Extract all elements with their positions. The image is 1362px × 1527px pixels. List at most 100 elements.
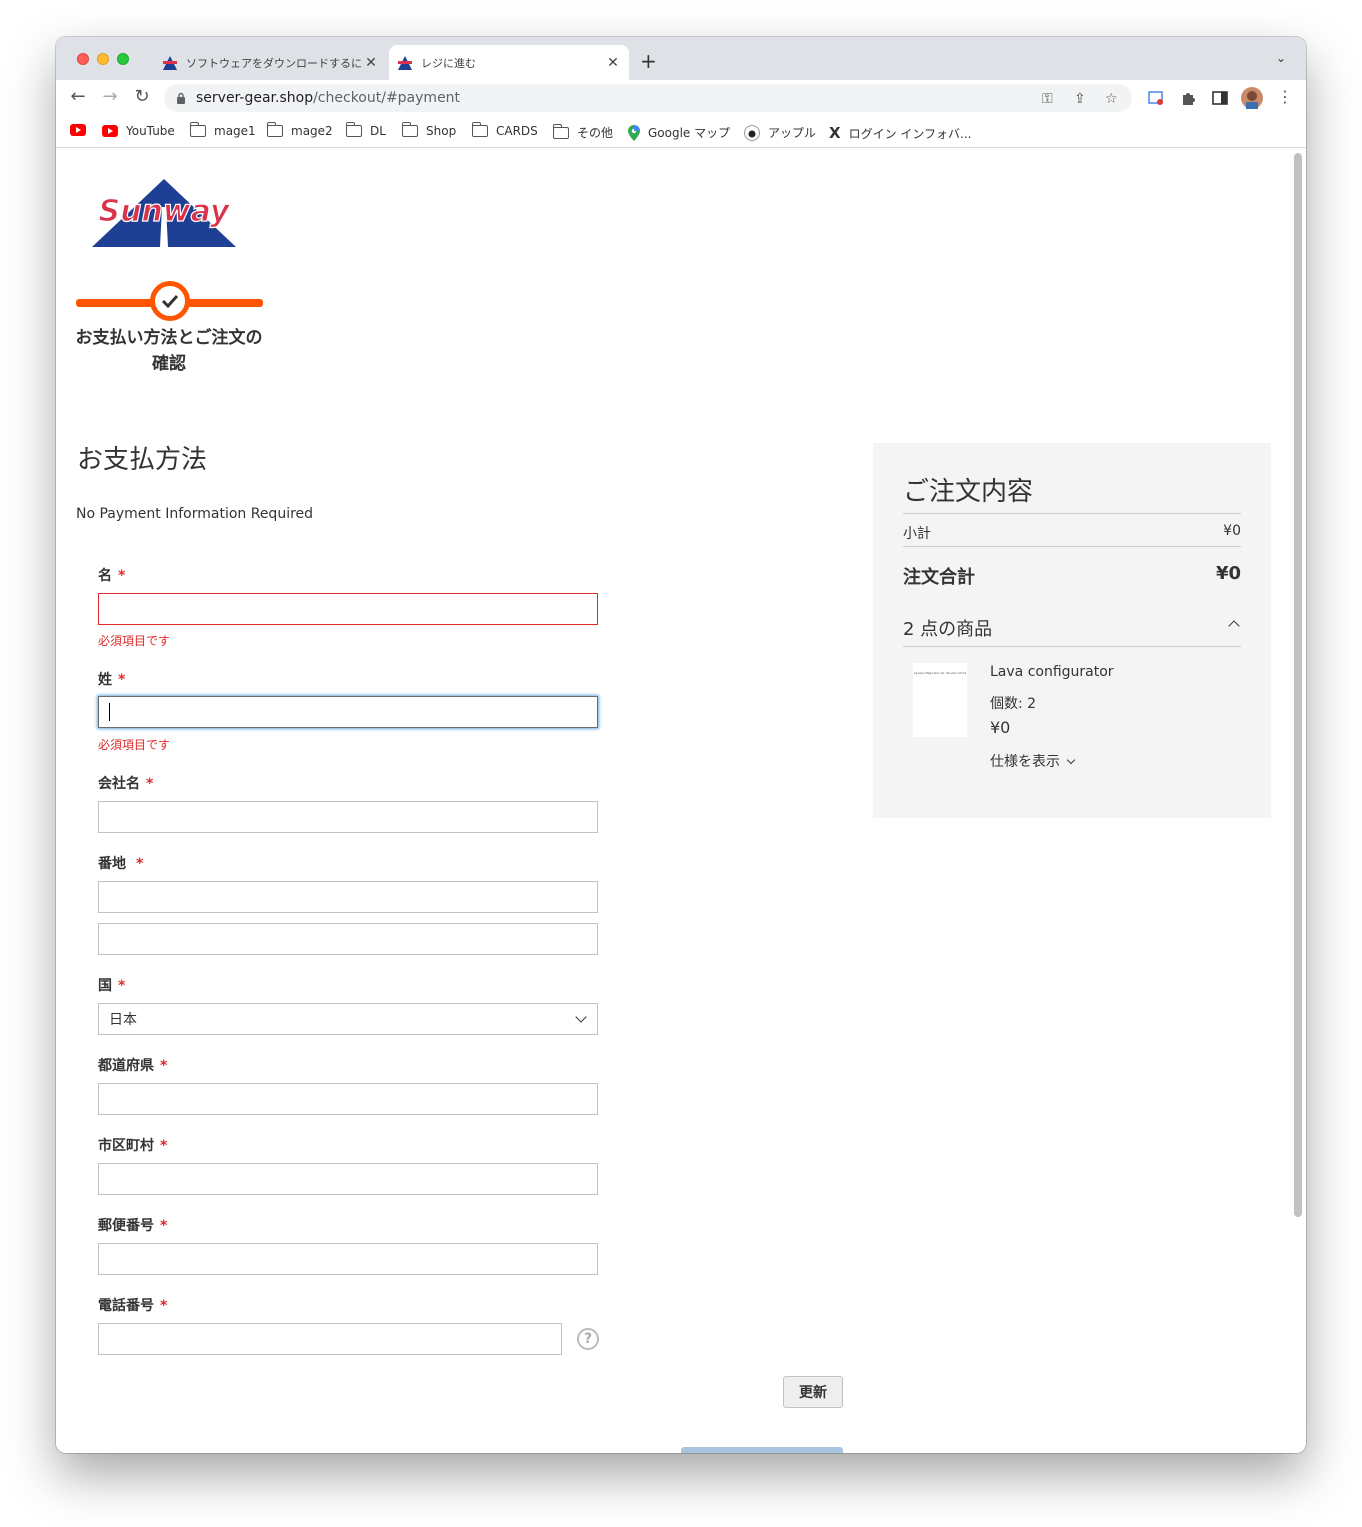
url-host: server-gear.shop bbox=[196, 90, 314, 106]
bookmark-folder-shop[interactable]: Shop bbox=[402, 122, 457, 138]
subtotal-value: ¥0 bbox=[1223, 523, 1241, 539]
show-options-toggle[interactable]: 仕様を表示 bbox=[990, 751, 1076, 771]
help-question-icon[interactable]: ? bbox=[577, 1328, 599, 1350]
tab-search-chevron-icon[interactable]: ⌄ bbox=[1276, 51, 1286, 65]
bookmark-folder-mage2[interactable]: mage2 bbox=[267, 122, 333, 138]
bookmark-youtube[interactable]: YouTube bbox=[102, 124, 175, 138]
subtotal-label: 小計 bbox=[903, 526, 931, 542]
first-name-field[interactable] bbox=[98, 593, 598, 625]
order-summary: ご注文内容 小計 ¥0 注文合計 ¥0 2 点の商品 LavaConfigura… bbox=[873, 443, 1271, 818]
company-label: 会社名 * bbox=[98, 776, 154, 792]
grand-total-row: 注文合計 ¥0 bbox=[903, 563, 1241, 589]
minimize-window-button[interactable] bbox=[97, 53, 109, 65]
items-count-toggle[interactable]: 2 点の商品 bbox=[903, 615, 992, 641]
bookmark-label: CARDS bbox=[496, 124, 538, 138]
street-line1-field[interactable] bbox=[98, 881, 598, 913]
postcode-field[interactable] bbox=[98, 1243, 598, 1275]
sunway-logo[interactable]: Sunway bbox=[84, 177, 244, 249]
postcode-label: 郵便番号 * bbox=[98, 1218, 168, 1234]
divider bbox=[903, 646, 1241, 647]
close-tab-icon[interactable]: ✕ bbox=[363, 55, 379, 71]
text-caret bbox=[109, 703, 110, 721]
tab-checkout[interactable]: レジに進む ✕ bbox=[389, 45, 629, 80]
maximize-window-button[interactable] bbox=[117, 53, 129, 65]
profile-avatar[interactable] bbox=[1241, 87, 1263, 109]
forward-arrow-icon[interactable]: → bbox=[100, 88, 120, 106]
page-scrollbar[interactable] bbox=[1294, 153, 1302, 1217]
svg-text:Sunway: Sunway bbox=[99, 194, 231, 229]
city-field[interactable] bbox=[98, 1163, 598, 1195]
tab-download[interactable]: ソフトウェアをダウンロードするに ✕ bbox=[154, 45, 387, 80]
side-panel-icon[interactable] bbox=[1211, 89, 1229, 107]
country-selected-value: 日本 bbox=[109, 1012, 137, 1028]
new-tab-icon[interactable]: + bbox=[640, 49, 657, 73]
bookmark-folder-cards[interactable]: CARDS bbox=[472, 122, 538, 138]
company-field[interactable] bbox=[98, 801, 598, 833]
browser-toolbar: ← → ↻ server-gear.shop/checkout/#payment… bbox=[56, 80, 1306, 116]
required-mark: * bbox=[118, 978, 126, 994]
bookmark-x-login[interactable]: X ログイン インフォバ... bbox=[829, 124, 971, 142]
bookmark-folder-dl[interactable]: DL bbox=[346, 122, 386, 138]
browser-window: ソフトウェアをダウンロードするに ✕ レジに進む ✕ + ⌄ ← → ↻ ser… bbox=[56, 37, 1306, 1453]
country-select[interactable]: 日本 bbox=[98, 1003, 598, 1035]
address-bar[interactable]: server-gear.shop/checkout/#payment ⚿ ⇪ ☆ bbox=[164, 84, 1132, 112]
bookmark-star-icon[interactable]: ☆ bbox=[1105, 91, 1118, 107]
first-name-error: 必須項目です bbox=[98, 634, 171, 648]
bookmark-folder-mage1[interactable]: mage1 bbox=[190, 122, 256, 138]
show-options-label: 仕様を表示 bbox=[990, 754, 1060, 770]
street-line2-field[interactable] bbox=[98, 923, 598, 955]
back-arrow-icon[interactable]: ← bbox=[68, 88, 88, 106]
google-maps-pin-icon bbox=[628, 124, 640, 141]
extensions-puzzle-icon[interactable] bbox=[1179, 89, 1197, 107]
update-button[interactable]: 更新 bbox=[783, 1376, 843, 1408]
folder-icon bbox=[190, 122, 206, 137]
bookmark-label: Shop bbox=[426, 124, 457, 138]
apple-icon bbox=[744, 124, 760, 141]
bookmark-label: YouTube bbox=[126, 124, 175, 138]
x-logo-icon: X bbox=[829, 124, 841, 142]
bookmark-apple[interactable]: アップル bbox=[744, 124, 816, 141]
key-icon[interactable]: ⚿ bbox=[1042, 91, 1053, 107]
place-order-button[interactable] bbox=[681, 1447, 843, 1453]
chevron-up-icon[interactable] bbox=[1228, 620, 1240, 632]
tab-title: ソフトウェアをダウンロードするに bbox=[186, 56, 362, 70]
country-label: 国 * bbox=[98, 978, 126, 994]
close-window-button[interactable] bbox=[77, 53, 89, 65]
bookmark-google-maps[interactable]: Google マップ bbox=[628, 124, 730, 141]
city-label: 市区町村 * bbox=[98, 1138, 168, 1154]
bookmarks-bar: YouTube mage1 mage2 DL Shop CARDS その他 Go… bbox=[56, 116, 1306, 148]
youtube-icon bbox=[70, 124, 86, 136]
bookmark-label: アップル bbox=[768, 126, 817, 140]
tab-strip: ソフトウェアをダウンロードするに ✕ レジに進む ✕ + ⌄ bbox=[56, 37, 1306, 80]
required-mark: * bbox=[160, 1218, 168, 1234]
last-name-error: 必須項目です bbox=[98, 738, 171, 752]
product-qty: 個数: 2 bbox=[990, 696, 1037, 712]
lock-icon bbox=[177, 92, 185, 104]
progress-step-indicator bbox=[150, 281, 190, 321]
share-icon[interactable]: ⇪ bbox=[1074, 91, 1086, 107]
product-name: Lava configurator bbox=[990, 664, 1114, 680]
product-thumbnail[interactable]: LavaConfigurator for Ubuntu 20.04 bbox=[913, 663, 967, 737]
bookmark-youtube-icon-only[interactable] bbox=[70, 124, 94, 136]
bookmark-folder-other[interactable]: その他 bbox=[553, 123, 613, 141]
sunway-favicon-icon bbox=[163, 55, 177, 70]
bookmark-label: DL bbox=[370, 124, 386, 138]
region-label: 都道府県 * bbox=[98, 1058, 168, 1074]
extension-screen-icon[interactable] bbox=[1147, 89, 1165, 107]
last-name-field[interactable] bbox=[98, 696, 598, 728]
region-field[interactable] bbox=[98, 1083, 598, 1115]
progress-step-label: お支払い方法とご注文の確認 bbox=[75, 328, 263, 374]
tab-title: レジに進む bbox=[421, 56, 476, 70]
folder-icon bbox=[553, 123, 569, 139]
folder-icon bbox=[346, 122, 362, 137]
close-tab-icon[interactable]: ✕ bbox=[605, 55, 621, 71]
required-mark: * bbox=[118, 568, 126, 584]
chevron-down-icon bbox=[1066, 755, 1076, 764]
kebab-menu-icon[interactable]: ⋮ bbox=[1275, 88, 1295, 106]
url-path: /checkout/#payment bbox=[313, 90, 461, 106]
divider bbox=[903, 513, 1241, 514]
checkout-page: Sunway お支払い方法とご注文の確認 お支払方法 No Payment In… bbox=[56, 149, 1306, 1453]
phone-field[interactable] bbox=[98, 1323, 562, 1355]
required-mark: * bbox=[160, 1138, 168, 1154]
reload-icon[interactable]: ↻ bbox=[132, 88, 152, 106]
